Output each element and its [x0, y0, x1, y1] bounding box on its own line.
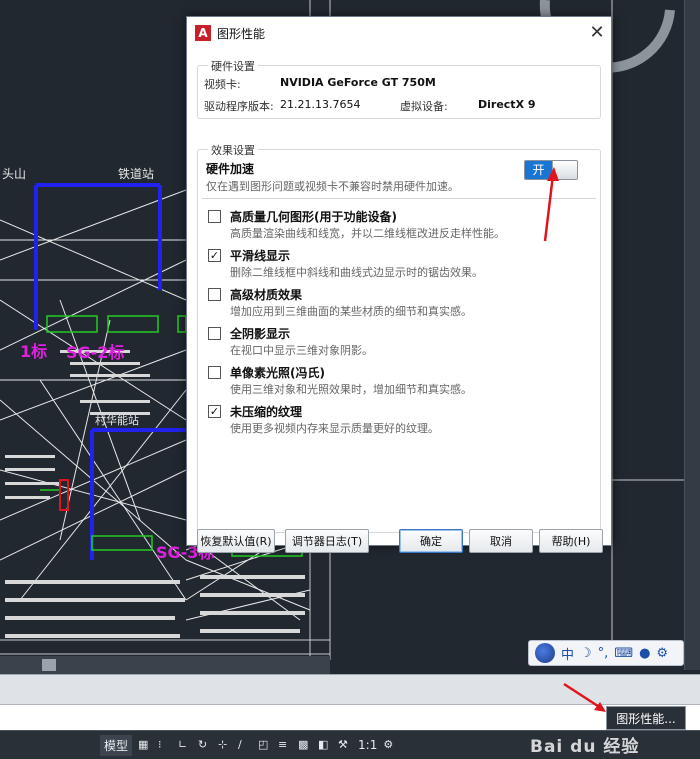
cancel-button[interactable]: 取消: [469, 529, 533, 553]
option-desc: 增加应用到三维曲面的某些材质的细节和真实感。: [230, 305, 472, 318]
annotation-icon[interactable]: ⚒: [338, 738, 352, 752]
close-button[interactable]: ✕: [585, 21, 609, 45]
option-title: 全阴影显示: [230, 327, 291, 341]
option-title: 平滑线显示: [230, 249, 291, 263]
checkbox[interactable]: [208, 366, 221, 379]
keyboard-icon[interactable]: ⌨: [614, 646, 633, 661]
gpu-label: 视频卡:: [204, 78, 241, 91]
checkbox[interactable]: ✓: [208, 405, 221, 418]
checkbox[interactable]: ✓: [208, 249, 221, 262]
ime-toolbar[interactable]: 中 ☽ °, ⌨ ● ⚙: [528, 640, 684, 666]
option-title: 单像素光照(冯氏): [230, 366, 325, 380]
ok-button[interactable]: 确定: [399, 529, 463, 553]
station2-label: 村华能站: [95, 413, 139, 427]
osnap-icon[interactable]: ⊹: [218, 738, 232, 752]
option-title: 高质量几何图形(用于功能设备): [230, 210, 397, 224]
ortho-icon[interactable]: ∟: [178, 738, 192, 752]
model-tab[interactable]: 模型: [100, 734, 133, 756]
hardware-acceleration-title: 硬件加速: [206, 162, 255, 176]
option-title: 高级材质效果: [230, 288, 303, 302]
annotation-scale[interactable]: 1:1: [358, 738, 377, 752]
driver-value: 21.21.13.7654: [280, 98, 361, 111]
snap-icon[interactable]: ⁝: [158, 738, 172, 752]
graphics-performance-status-button[interactable]: 图形性能...: [606, 706, 686, 730]
option-desc: 使用三维对象和光照效果时，增加细节和真实感。: [230, 383, 472, 396]
right-toolbar[interactable]: [684, 0, 700, 670]
mountain-label: 头山: [2, 167, 26, 181]
horizontal-scrollbar[interactable]: [0, 656, 330, 674]
option-desc: 使用更多视频内存来显示质量更好的纹理。: [230, 422, 439, 435]
option-per-pixel-lighting[interactable]: 单像素光照(冯氏) 使用三维对象和光照效果时，增加细节和真实感。: [206, 362, 586, 398]
annotation-arrow-toggle: [543, 167, 559, 242]
settings-icon[interactable]: ⚙: [383, 738, 397, 752]
autocad-logo-icon: A: [195, 25, 211, 41]
lineweight-icon[interactable]: ∕: [238, 738, 252, 752]
hardware-group-label: 硬件设置: [208, 58, 258, 74]
option-desc: 删除二维线框中斜线和曲线式边显示时的锯齿效果。: [230, 266, 483, 279]
hardware-acceleration-desc: 仅在遇到图形问题或视频卡不兼容时禁用硬件加速。: [206, 180, 459, 193]
layer-icon[interactable]: ◧: [318, 738, 332, 752]
mic-icon[interactable]: ●: [639, 646, 650, 661]
station1-label: 铁道站: [118, 167, 154, 181]
option-desc: 在视口中显示三维对象阴影。: [230, 344, 373, 357]
moon-icon[interactable]: ☽: [580, 646, 592, 661]
selection-icon[interactable]: ◰: [258, 738, 272, 752]
properties-icon[interactable]: ≡: [278, 738, 292, 752]
virtual-device-label: 虚拟设备:: [400, 100, 448, 113]
checkbox[interactable]: [208, 210, 221, 223]
option-uncompressed-textures[interactable]: ✓ 未压缩的纹理 使用更多视频内存来显示质量更好的纹理。: [206, 401, 586, 437]
option-desc: 高质量渲染曲线和线宽，并以二维线框改进反走样性能。: [230, 227, 505, 240]
scroll-thumb[interactable]: [42, 659, 56, 671]
gpu-value: NVIDIA GeForce GT 750M: [280, 76, 436, 89]
polar-icon[interactable]: ↻: [198, 738, 212, 752]
hardware-settings-group: 硬件设置 视频卡: NVIDIA GeForce GT 750M 驱动程序版本:…: [197, 58, 601, 119]
help-button[interactable]: 帮助(H): [539, 529, 603, 553]
option-smooth-line[interactable]: ✓ 平滑线显示 删除二维线框中斜线和曲线式边显示时的锯齿效果。: [206, 245, 586, 281]
graphics-performance-dialog: A 图形性能 ✕ 硬件设置 视频卡: NVIDIA GeForce GT 750…: [186, 16, 612, 553]
annotation-arrow-status: [563, 682, 606, 712]
tuning-log-button[interactable]: 调节器日志(T): [285, 529, 369, 553]
gear-icon[interactable]: ⚙: [656, 646, 668, 661]
option-title: 未压缩的纹理: [230, 405, 303, 419]
driver-label: 驱动程序版本:: [204, 100, 274, 113]
sg2-label: SG-2标: [66, 343, 124, 362]
grid-icon[interactable]: ▦: [138, 738, 152, 752]
checkbox[interactable]: [208, 327, 221, 340]
checkbox[interactable]: [208, 288, 221, 301]
punctuation-icon[interactable]: °,: [598, 646, 609, 661]
dialog-title: 图形性能: [217, 27, 266, 41]
ime-mode-label[interactable]: 中: [561, 644, 574, 663]
option-advanced-material[interactable]: 高级材质效果 增加应用到三维曲面的某些材质的细节和真实感。: [206, 284, 586, 320]
option-full-shadow[interactable]: 全阴影显示 在视口中显示三维对象阴影。: [206, 323, 586, 359]
dialog-titlebar[interactable]: A 图形性能 ✕: [187, 17, 611, 49]
transparency-icon[interactable]: ▩: [298, 738, 312, 752]
ime-logo-icon[interactable]: [535, 643, 555, 663]
option-high-quality-geometry[interactable]: 高质量几何图形(用于功能设备) 高质量渲染曲线和线宽，并以二维线框改进反走样性能…: [206, 206, 586, 242]
sg1-label: 1标: [20, 342, 47, 361]
dialog-body: 硬件设置 视频卡: NVIDIA GeForce GT 750M 驱动程序版本:…: [187, 49, 611, 553]
restore-defaults-button[interactable]: 恢复默认值(R): [197, 529, 275, 553]
virtual-device-value: DirectX 9: [478, 98, 536, 111]
watermark: Bai du 经验: [530, 737, 640, 757]
effects-group-label: 效果设置: [208, 142, 258, 158]
